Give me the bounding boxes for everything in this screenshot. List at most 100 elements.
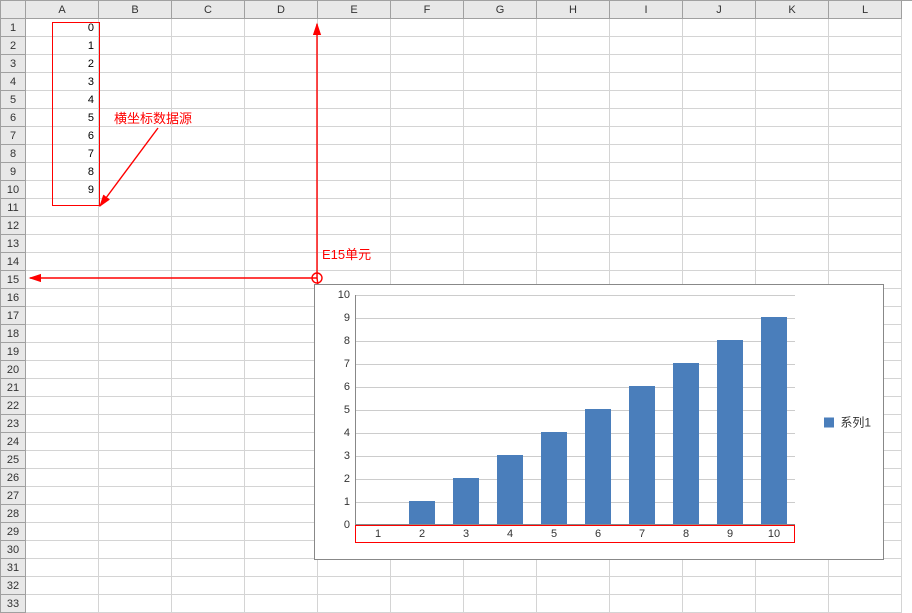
cell[interactable] xyxy=(537,145,610,163)
column-header[interactable]: D xyxy=(245,1,318,19)
cell[interactable] xyxy=(245,271,318,289)
cell[interactable] xyxy=(245,451,318,469)
cell[interactable] xyxy=(464,559,537,577)
cell[interactable] xyxy=(99,289,172,307)
row-header[interactable]: 33 xyxy=(1,595,26,613)
cell[interactable] xyxy=(318,559,391,577)
cell[interactable] xyxy=(99,487,172,505)
cell[interactable] xyxy=(26,469,99,487)
cell[interactable] xyxy=(26,307,99,325)
cell[interactable] xyxy=(464,181,537,199)
row-header[interactable]: 28 xyxy=(1,505,26,523)
cell[interactable] xyxy=(172,577,245,595)
cell[interactable] xyxy=(26,523,99,541)
cell[interactable] xyxy=(610,145,683,163)
cell[interactable] xyxy=(391,109,464,127)
cell[interactable] xyxy=(245,37,318,55)
cell[interactable] xyxy=(318,91,391,109)
cell[interactable] xyxy=(537,181,610,199)
cell[interactable] xyxy=(172,271,245,289)
cell[interactable] xyxy=(245,307,318,325)
cell[interactable] xyxy=(99,541,172,559)
cell[interactable] xyxy=(99,307,172,325)
row-header[interactable]: 10 xyxy=(1,181,26,199)
cell[interactable] xyxy=(756,235,829,253)
cell[interactable] xyxy=(172,451,245,469)
cell[interactable] xyxy=(610,577,683,595)
row-header[interactable]: 18 xyxy=(1,325,26,343)
cell[interactable] xyxy=(537,19,610,37)
cell[interactable] xyxy=(318,73,391,91)
cell[interactable] xyxy=(391,127,464,145)
cell[interactable] xyxy=(683,145,756,163)
cell[interactable] xyxy=(172,397,245,415)
cell[interactable] xyxy=(245,523,318,541)
cell[interactable] xyxy=(172,433,245,451)
cell[interactable] xyxy=(829,37,902,55)
cell[interactable] xyxy=(756,559,829,577)
cell[interactable] xyxy=(610,559,683,577)
cell[interactable] xyxy=(172,325,245,343)
cell[interactable] xyxy=(245,325,318,343)
cell[interactable] xyxy=(464,145,537,163)
cell[interactable] xyxy=(245,127,318,145)
cell[interactable] xyxy=(610,37,683,55)
cell[interactable] xyxy=(829,217,902,235)
cell[interactable] xyxy=(537,127,610,145)
cell[interactable] xyxy=(99,127,172,145)
cell[interactable] xyxy=(756,595,829,613)
cell[interactable] xyxy=(245,145,318,163)
cell[interactable] xyxy=(245,253,318,271)
cell[interactable] xyxy=(99,523,172,541)
cell[interactable] xyxy=(829,127,902,145)
cell[interactable] xyxy=(245,559,318,577)
cell[interactable] xyxy=(245,343,318,361)
cell[interactable] xyxy=(610,127,683,145)
cell[interactable] xyxy=(99,55,172,73)
cell[interactable] xyxy=(245,163,318,181)
row-header[interactable]: 32 xyxy=(1,577,26,595)
cell[interactable] xyxy=(99,325,172,343)
cell[interactable] xyxy=(172,199,245,217)
cell[interactable] xyxy=(99,361,172,379)
cell[interactable] xyxy=(172,163,245,181)
cell[interactable] xyxy=(756,55,829,73)
cell[interactable] xyxy=(26,559,99,577)
row-header[interactable]: 2 xyxy=(1,37,26,55)
row-header[interactable]: 9 xyxy=(1,163,26,181)
cell[interactable] xyxy=(318,217,391,235)
cell[interactable] xyxy=(756,127,829,145)
cell[interactable] xyxy=(245,181,318,199)
cell[interactable] xyxy=(391,199,464,217)
cell[interactable] xyxy=(610,253,683,271)
cell[interactable] xyxy=(537,163,610,181)
cell[interactable] xyxy=(99,37,172,55)
column-header[interactable]: L xyxy=(829,1,902,19)
cell[interactable] xyxy=(245,19,318,37)
cell[interactable] xyxy=(318,109,391,127)
cell[interactable] xyxy=(245,73,318,91)
cell[interactable] xyxy=(683,127,756,145)
cell[interactable] xyxy=(683,217,756,235)
cell[interactable] xyxy=(464,577,537,595)
cell[interactable] xyxy=(26,505,99,523)
cell[interactable] xyxy=(610,91,683,109)
cell[interactable] xyxy=(464,55,537,73)
cell[interactable] xyxy=(245,361,318,379)
cell[interactable] xyxy=(464,253,537,271)
cell[interactable] xyxy=(26,433,99,451)
cell[interactable] xyxy=(683,19,756,37)
cell[interactable] xyxy=(829,199,902,217)
cell[interactable] xyxy=(245,487,318,505)
cell[interactable] xyxy=(99,343,172,361)
cell[interactable] xyxy=(318,55,391,73)
row-header[interactable]: 19 xyxy=(1,343,26,361)
cell[interactable] xyxy=(464,91,537,109)
cell[interactable] xyxy=(172,181,245,199)
cell[interactable] xyxy=(26,487,99,505)
cell[interactable] xyxy=(610,109,683,127)
cell[interactable] xyxy=(756,253,829,271)
column-header[interactable]: F xyxy=(391,1,464,19)
row-header[interactable]: 3 xyxy=(1,55,26,73)
cell[interactable] xyxy=(99,235,172,253)
